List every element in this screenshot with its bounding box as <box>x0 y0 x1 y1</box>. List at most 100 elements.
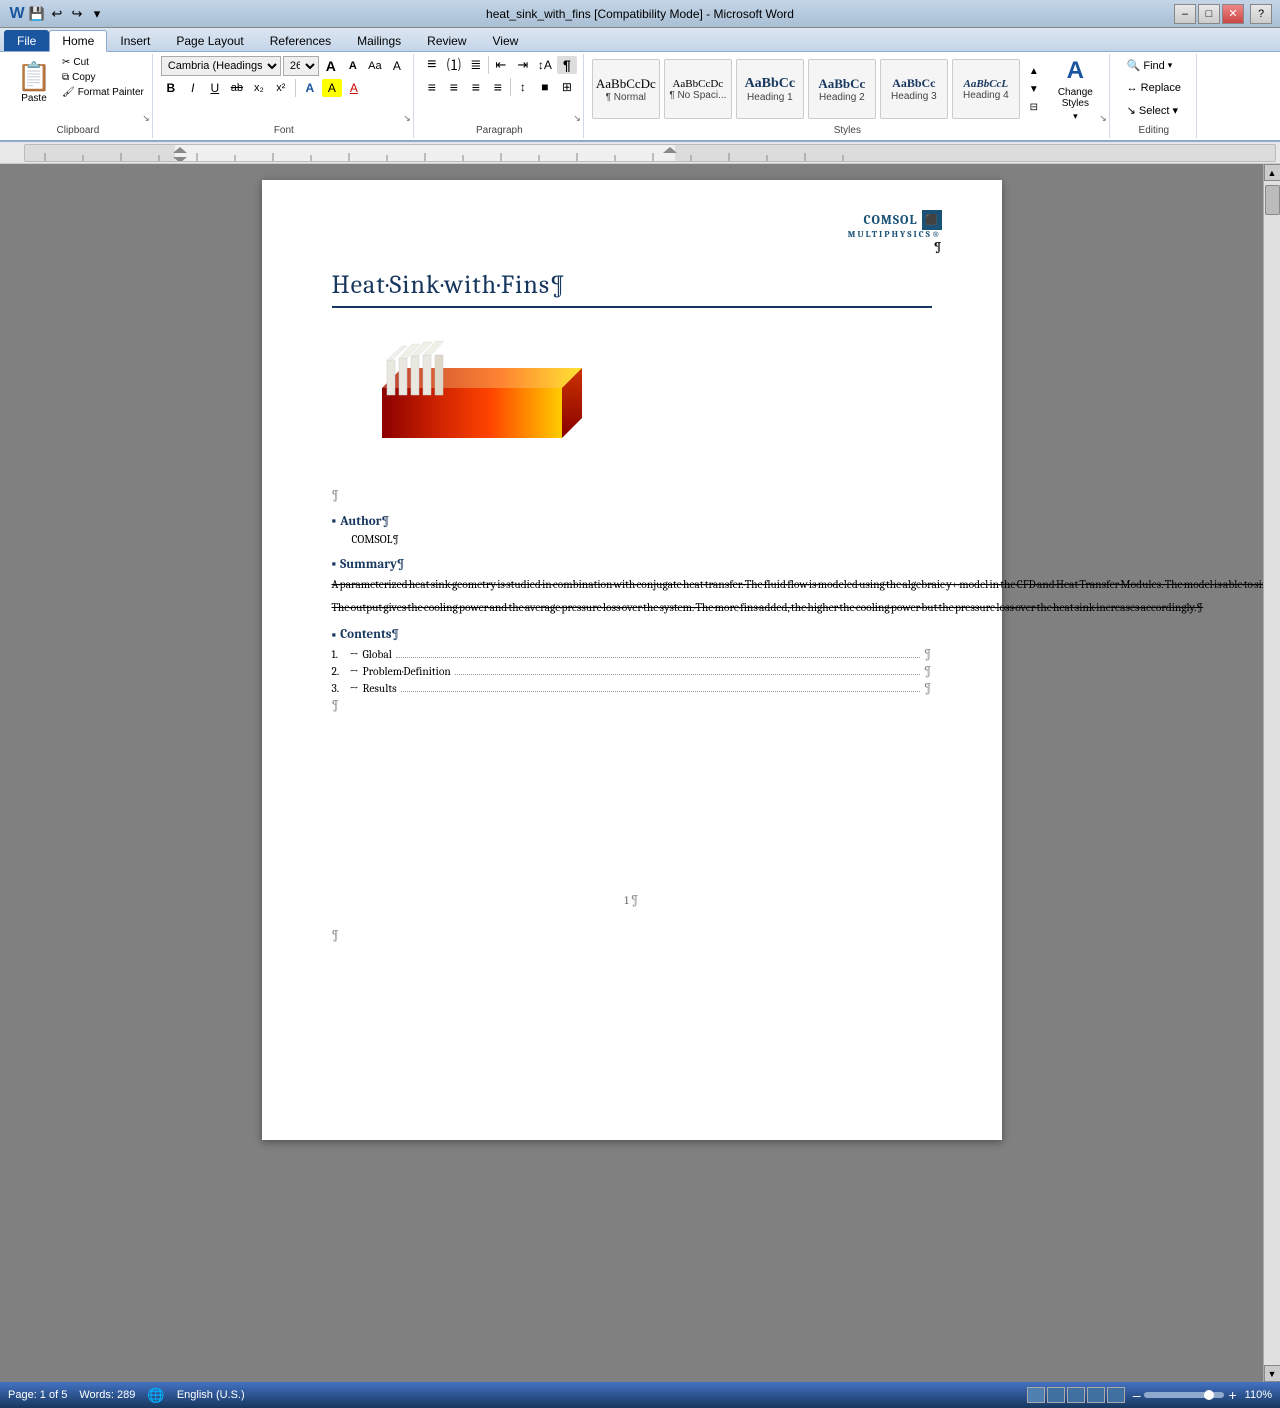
page-number: 1 <box>624 894 628 907</box>
strikethrough-button[interactable]: ab <box>227 79 247 97</box>
styles-scroll-down[interactable]: ▼ <box>1024 81 1044 97</box>
subscript-button[interactable]: x₂ <box>249 79 269 97</box>
clipboard-expand[interactable]: ↘ <box>142 113 150 124</box>
close-button[interactable]: ✕ <box>1222 4 1244 24</box>
tab-review[interactable]: Review <box>414 30 479 51</box>
font-name-select[interactable]: Cambria (Headings) <box>161 56 281 76</box>
style-h2-preview: AaBbCc <box>818 76 865 92</box>
italic-button[interactable]: I <box>183 79 203 97</box>
scroll-track[interactable] <box>1265 181 1280 1365</box>
cut-button[interactable]: ✂ Cut <box>60 56 146 69</box>
style-heading2[interactable]: AaBbCc Heading 2 <box>808 59 876 119</box>
save-button[interactable]: 💾 <box>28 5 46 23</box>
undo-button[interactable]: ↩ <box>48 5 66 23</box>
style-normal-preview: AaBbCcDc <box>596 76 656 92</box>
align-left-button[interactable]: ≡ <box>422 78 442 96</box>
scroll-down-button[interactable]: ▼ <box>1264 1365 1280 1382</box>
document-scroll-area: COMSOL ⬛ MULTIPHYSICS® ¶ Heat·Sink·with·… <box>0 164 1263 1382</box>
outline-view-button[interactable] <box>1087 1387 1105 1403</box>
clear-formatting-button[interactable]: A <box>387 57 407 75</box>
tab-view[interactable]: View <box>480 30 532 51</box>
styles-scroll: ▲ ▼ ⊟ <box>1024 63 1044 115</box>
style-heading3[interactable]: AaBbCc Heading 3 <box>880 59 948 119</box>
zoom-thumb[interactable] <box>1204 1390 1214 1400</box>
summary-paragraph-2[interactable]: The·output·gives·the·cooling·power·and·t… <box>332 599 932 616</box>
decrease-indent-button[interactable]: ⇤ <box>491 56 511 74</box>
print-layout-view-button[interactable] <box>1027 1387 1045 1403</box>
style-heading1[interactable]: AaBbCc Heading 1 <box>736 59 804 119</box>
maximize-button[interactable]: □ <box>1198 4 1220 24</box>
align-right-button[interactable]: ≡ <box>466 78 486 96</box>
draft-view-button[interactable] <box>1107 1387 1125 1403</box>
underline-button[interactable]: U <box>205 79 225 97</box>
scroll-thumb[interactable] <box>1265 185 1280 215</box>
superscript-button[interactable]: x² <box>271 79 291 97</box>
full-screen-view-button[interactable] <box>1047 1387 1065 1403</box>
center-button[interactable]: ≡ <box>444 78 464 96</box>
find-button[interactable]: 🔍 Find ▾ <box>1122 56 1178 75</box>
ruler-svg <box>25 145 1275 162</box>
tab-home[interactable]: Home <box>49 30 107 52</box>
change-styles-icon: A <box>1067 57 1084 85</box>
font-grow-button[interactable]: A <box>321 57 341 75</box>
ribbon-tabs: File Home Insert Page Layout References … <box>0 28 1280 52</box>
copy-button[interactable]: ⧉ Copy <box>60 71 146 84</box>
style-no-spacing[interactable]: AaBbCcDc ¶ No Spaci... <box>664 59 732 119</box>
redo-button[interactable]: ↪ <box>68 5 86 23</box>
bold-button[interactable]: B <box>161 79 181 97</box>
quick-access-more[interactable]: ▾ <box>88 5 106 23</box>
scroll-up-button[interactable]: ▲ <box>1264 164 1280 181</box>
borders-button[interactable]: ⊞ <box>557 78 577 96</box>
change-styles-button[interactable]: A ChangeStyles ▾ <box>1048 58 1103 120</box>
author-name: COMSOL¶ <box>352 533 932 546</box>
text-effects-button[interactable]: A <box>300 79 320 97</box>
sort-button[interactable]: ↕A <box>535 56 555 74</box>
styles-expand[interactable]: ↘ <box>1099 113 1107 124</box>
justify-button[interactable]: ≡ <box>488 78 508 96</box>
numbering-button[interactable]: ⑴ <box>444 56 464 74</box>
format-painter-button[interactable]: 🖌 Format Painter <box>60 86 146 99</box>
font-shrink-button[interactable]: A <box>343 57 363 75</box>
bottom-pilcrow: ¶ <box>332 928 932 943</box>
show-formatting-button[interactable]: ¶ <box>557 56 577 74</box>
font-size-select[interactable]: 26 <box>283 56 319 76</box>
style-normal[interactable]: AaBbCcDc ¶ Normal <box>592 59 660 119</box>
replace-button[interactable]: ↔ Replace <box>1122 79 1186 97</box>
minimize-button[interactable]: – <box>1174 4 1196 24</box>
summary-paragraph-1[interactable]: A·parameterized·heat·sink·geometry·is·st… <box>332 576 932 593</box>
zoom-slider[interactable] <box>1144 1392 1224 1398</box>
tab-insert[interactable]: Insert <box>107 30 163 51</box>
font-color-button[interactable]: A <box>344 79 364 97</box>
tab-page-layout[interactable]: Page Layout <box>163 30 256 51</box>
styles-more[interactable]: ⊟ <box>1024 99 1044 115</box>
web-layout-view-button[interactable] <box>1067 1387 1085 1403</box>
help-button[interactable]: ? <box>1250 4 1272 24</box>
change-case-button[interactable]: Aa <box>365 57 385 75</box>
zoom-out-button[interactable]: – <box>1133 1387 1141 1403</box>
font-group-label: Font <box>155 125 413 136</box>
line-spacing-button[interactable]: ↕ <box>513 78 533 96</box>
find-icon: 🔍 <box>1127 59 1141 72</box>
font-group: Cambria (Headings) 26 A A Aa A B I U ab … <box>155 54 414 138</box>
cut-icon: ✂ <box>62 57 70 68</box>
select-button[interactable]: ↘ Select ▾ <box>1122 101 1183 120</box>
styles-scroll-up[interactable]: ▲ <box>1024 63 1044 79</box>
font-expand[interactable]: ↘ <box>403 113 411 124</box>
tab-mailings[interactable]: Mailings <box>344 30 414 51</box>
tab-file[interactable]: File <box>4 30 49 51</box>
change-styles-label: ChangeStyles <box>1058 87 1093 109</box>
paragraph-expand[interactable]: ↘ <box>573 113 581 124</box>
tab-references[interactable]: References <box>257 30 344 51</box>
zoom-in-button[interactable]: + <box>1228 1387 1236 1403</box>
view-buttons <box>1027 1387 1125 1403</box>
editing-group-label: Editing <box>1112 125 1196 136</box>
document-title[interactable]: Heat·Sink·with·Fins¶ <box>332 270 932 308</box>
paste-button[interactable]: 📋 Paste <box>10 56 58 108</box>
shading-button[interactable]: ■ <box>535 78 555 96</box>
style-heading4[interactable]: AaBbCcL Heading 4 <box>952 59 1020 119</box>
increase-indent-button[interactable]: ⇥ <box>513 56 533 74</box>
bullets-button[interactable]: ≡ <box>422 56 442 74</box>
multilevel-list-button[interactable]: ≣ <box>466 56 486 74</box>
font-divider <box>295 79 296 97</box>
text-highlight-button[interactable]: A <box>322 79 342 97</box>
